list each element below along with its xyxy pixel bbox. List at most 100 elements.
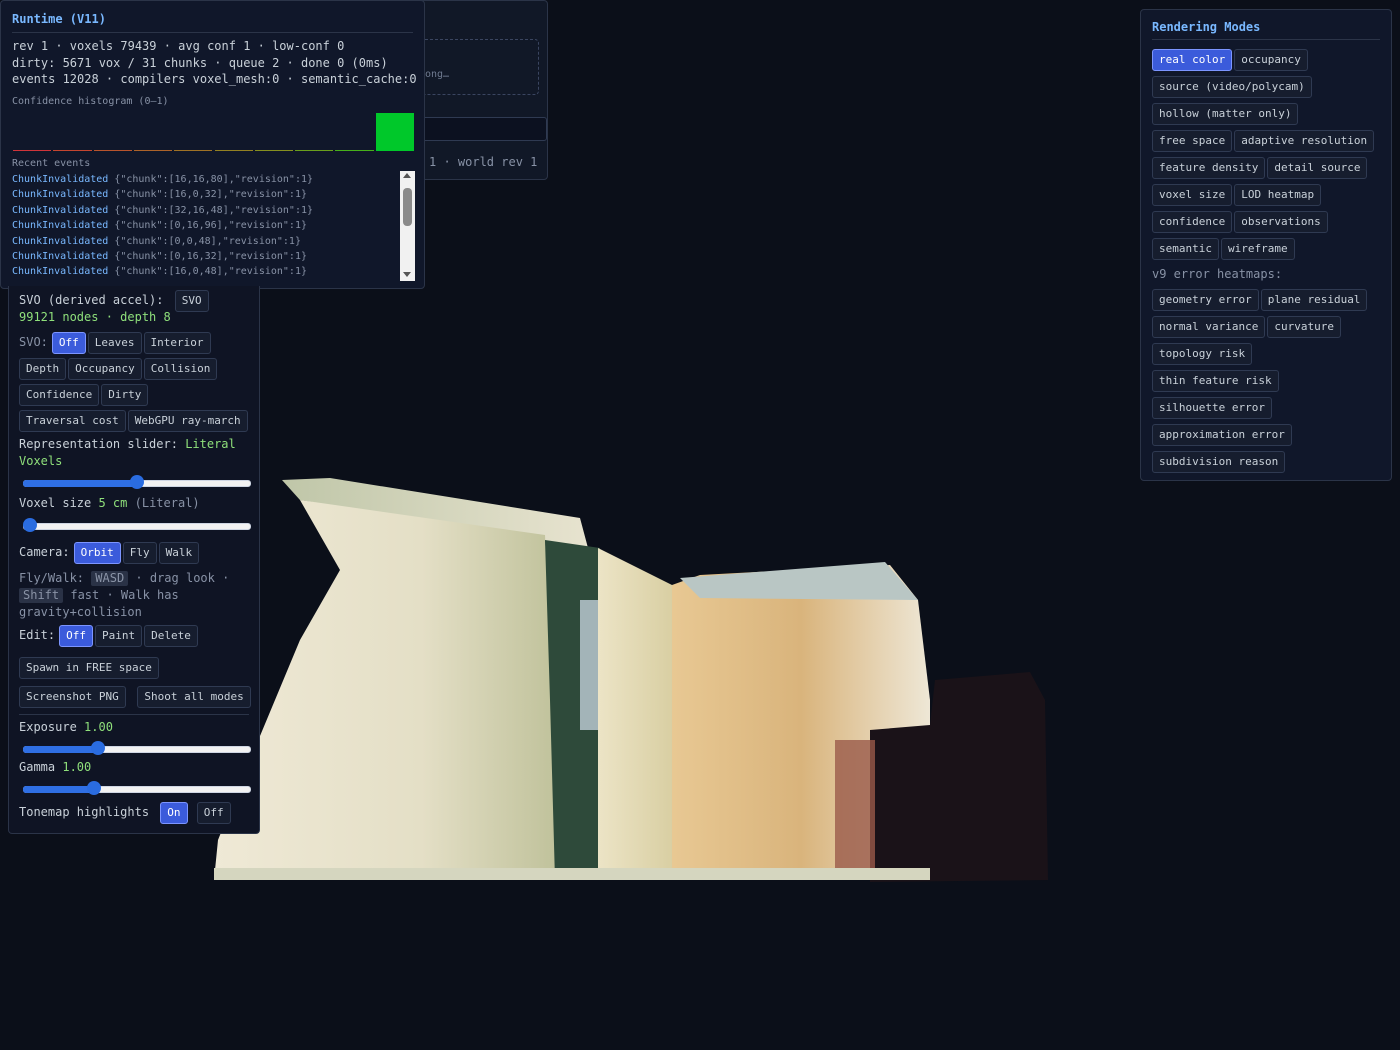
mode-occupancy-button[interactable]: occupancy xyxy=(1234,49,1308,71)
event-payload: {"chunk":[0,16,32],"revision":1} xyxy=(114,251,307,263)
svo-off-button[interactable]: Off xyxy=(51,332,86,354)
scroll-down-icon[interactable] xyxy=(403,272,411,277)
svo-occupancy-button[interactable]: Occupancy xyxy=(68,358,142,380)
voxel-size-mode: (Literal) xyxy=(134,496,200,510)
rendering-modes-title: Rendering Modes xyxy=(1152,20,1261,34)
svo-collision-button[interactable]: Collision xyxy=(143,358,218,380)
mode-voxel-size-button[interactable]: voxel size xyxy=(1152,184,1233,206)
events-scrollbar[interactable] xyxy=(400,171,415,281)
event-payload: {"chunk":[16,0,48],"revision":1} xyxy=(114,266,307,278)
heatmap-row: approximation error xyxy=(1152,423,1390,450)
representation-slider[interactable] xyxy=(23,475,251,491)
url-input[interactable] xyxy=(421,117,547,141)
gamma-slider[interactable] xyxy=(23,781,251,797)
histogram-bin xyxy=(375,113,414,151)
svo-confidence-button[interactable]: Confidence xyxy=(19,384,100,406)
heatmap-thin-feature-risk-button[interactable]: thin feature risk xyxy=(1152,370,1279,392)
scene-wall-middle xyxy=(598,548,672,880)
tonemap-label: Tonemap highlights xyxy=(19,805,150,819)
svo-depth-button[interactable]: Depth xyxy=(19,358,67,380)
heatmap-curvature-button[interactable]: curvature xyxy=(1267,316,1341,338)
heatmap-geometry-error-button[interactable]: geometry error xyxy=(1152,289,1259,311)
event-row: ChunkInvalidated {"chunk":[0,16,32],"revi… xyxy=(12,249,397,264)
camera-walk-button[interactable]: Walk xyxy=(158,542,200,564)
event-name: ChunkInvalidated xyxy=(12,251,109,263)
runtime-divider xyxy=(12,32,413,33)
confidence-histogram xyxy=(12,109,415,151)
event-payload: {"chunk":[32,16,48],"revision":1} xyxy=(114,204,314,216)
edit-off-button[interactable]: Off xyxy=(59,625,93,647)
drop-zone[interactable]: ong… xyxy=(421,39,539,95)
runtime-stats-line3: events 12028 · compilers voxel_mesh:0 · … xyxy=(12,72,417,86)
event-payload: {"chunk":[16,16,80],"revision":1} xyxy=(114,174,314,185)
drop-hint: ong… xyxy=(425,69,450,80)
controls-panel: SVO (derived accel): SVO 99121 nodes · d… xyxy=(8,286,260,834)
event-name: ChunkInvalidated xyxy=(12,174,109,185)
svo-leaves-button[interactable]: Leaves xyxy=(87,332,142,354)
heatmap-silhouette-error-button[interactable]: silhouette error xyxy=(1152,397,1272,419)
mode-semantic-button[interactable]: semantic xyxy=(1152,238,1219,260)
camera-orbit-button[interactable]: Orbit xyxy=(73,542,121,564)
histogram-bin xyxy=(13,150,52,151)
event-row: ChunkInvalidated {"chunk":[0,16,96],"revi… xyxy=(12,218,397,233)
controls-divider xyxy=(19,714,249,715)
spawn-free-space-button[interactable]: Spawn in FREE space xyxy=(19,657,159,679)
rendering-divider xyxy=(1152,39,1380,40)
mode-lod-heatmap-button[interactable]: LOD heatmap xyxy=(1234,184,1322,206)
scroll-up-icon[interactable] xyxy=(403,173,411,178)
scroll-thumb[interactable] xyxy=(403,188,412,226)
exposure-slider[interactable] xyxy=(23,741,251,757)
heatmap-plane-residual-button[interactable]: plane residual xyxy=(1260,289,1368,311)
mode-free-space-button[interactable]: free space xyxy=(1152,130,1233,152)
mode-feature-density-button[interactable]: feature density xyxy=(1152,157,1266,179)
events-list[interactable]: ChunkInvalidated {"chunk":[16,16,80],"rev… xyxy=(12,172,397,280)
mode-row: feature density detail source xyxy=(1152,156,1390,183)
tonemap-off-button[interactable]: Off xyxy=(196,802,231,824)
voxel-size-value: 5 cm xyxy=(98,496,128,510)
mode-observations-button[interactable]: observations xyxy=(1234,211,1328,233)
mode-confidence-button[interactable]: confidence xyxy=(1152,211,1233,233)
heatmap-subdivision-reason-button[interactable]: subdivision reason xyxy=(1152,451,1286,473)
mode-row: voxel size LOD heatmap xyxy=(1152,183,1390,210)
mode-row: source (video/polycam) xyxy=(1152,75,1390,102)
heatmap-normal-variance-button[interactable]: normal variance xyxy=(1152,316,1266,338)
mode-source-video-polycam-button[interactable]: source (video/polycam) xyxy=(1152,76,1312,98)
voxel-size-slider[interactable] xyxy=(23,518,251,534)
wasd-key: WASD xyxy=(91,571,129,586)
gamma-label: Gamma xyxy=(19,760,56,774)
shoot-all-modes-button[interactable]: Shoot all modes xyxy=(137,686,251,708)
runtime-panel: Runtime (V11) rev 1 · voxels 79439 · avg… xyxy=(0,0,425,289)
heatmap-row: silhouette error xyxy=(1152,396,1390,423)
svo-mode-label: SVO: xyxy=(19,335,48,349)
shift-key: Shift xyxy=(19,588,64,603)
mode-real-color-button[interactable]: real color xyxy=(1152,49,1233,71)
camera-fly-button[interactable]: Fly xyxy=(122,542,157,564)
tonemap-on-button[interactable]: On xyxy=(160,802,188,824)
mode-wireframe-button[interactable]: wireframe xyxy=(1220,238,1295,260)
help-prefix: Fly/Walk: xyxy=(19,571,85,585)
heatmap-topology-risk-button[interactable]: topology risk xyxy=(1152,343,1253,365)
heatmap-row: normal variance curvature xyxy=(1152,315,1390,342)
svo-webgpu-ray-march-button[interactable]: WebGPU ray-march xyxy=(127,410,248,432)
exposure-value: 1.00 xyxy=(84,720,113,734)
mode-row: hollow (matter only) xyxy=(1152,102,1390,129)
mode-adaptive-resolution-button[interactable]: adaptive resolution xyxy=(1234,130,1375,152)
svo-interior-button[interactable]: Interior xyxy=(143,332,211,354)
mode-hollow-matter-only-button[interactable]: hollow (matter only) xyxy=(1152,103,1299,125)
events-label: Recent events xyxy=(12,158,91,169)
mode-detail-source-button[interactable]: detail source xyxy=(1267,157,1368,179)
runtime-stats-line2: dirty: 5671 vox / 31 chunks · queue 2 · … xyxy=(12,56,388,70)
svo-traversal-cost-button[interactable]: Traversal cost xyxy=(19,410,126,432)
world-rev-text: 1 · world rev 1 xyxy=(429,155,538,169)
heatmaps-label: v9 error heatmaps: xyxy=(1152,267,1283,281)
edit-delete-button[interactable]: Delete xyxy=(144,625,198,647)
edit-paint-button[interactable]: Paint xyxy=(95,625,143,647)
svo-button[interactable]: SVO xyxy=(174,290,209,312)
svo-dirty-button[interactable]: Dirty xyxy=(101,384,149,406)
histogram-bin xyxy=(214,150,253,151)
event-name: ChunkInvalidated xyxy=(12,204,109,216)
rendering-modes-panel: Rendering Modes real color occupancy sourc… xyxy=(1140,9,1392,481)
screenshot-png-button[interactable]: Screenshot PNG xyxy=(19,686,126,708)
heatmap-approximation-error-button[interactable]: approximation error xyxy=(1152,424,1292,446)
mode-row: free space adaptive resolution xyxy=(1152,129,1390,156)
